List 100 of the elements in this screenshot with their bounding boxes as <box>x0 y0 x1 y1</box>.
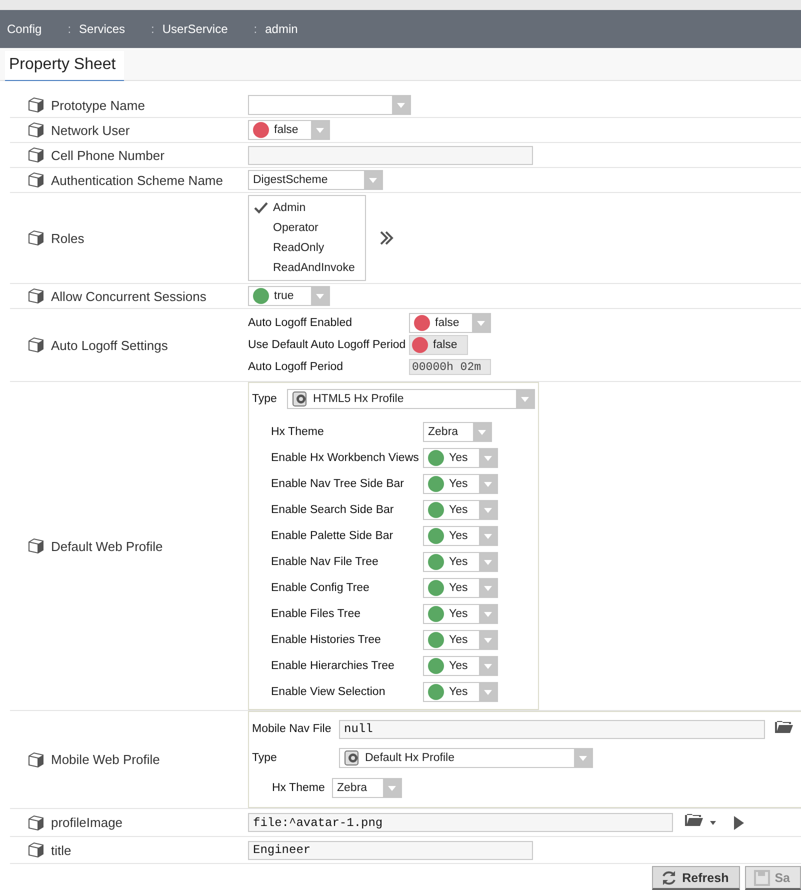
property-icon <box>28 288 44 304</box>
field-label: Auto Logoff Enabled <box>248 317 354 329</box>
field-label: Enable Nav Tree Side Bar <box>271 478 405 490</box>
breadcrumb-separator: : <box>254 22 258 36</box>
save-icon <box>754 870 770 886</box>
property-label: Authentication Scheme Name <box>51 172 223 188</box>
breadcrumb-link[interactable]: Services <box>79 22 126 36</box>
caret-icon <box>484 534 492 538</box>
property-icon <box>28 814 44 830</box>
caret-icon <box>477 320 485 326</box>
dropdown[interactable]: Yes <box>423 656 498 676</box>
caret-icon <box>388 786 396 790</box>
field-label: Type <box>252 393 278 405</box>
property-label: Allow Concurrent Sessions <box>51 288 206 304</box>
dropdown[interactable]: Zebra <box>423 422 492 442</box>
breadcrumb-link[interactable]: admin <box>265 22 298 36</box>
field-label: Enable View Selection <box>271 686 386 698</box>
field-label: Hx Theme <box>272 782 326 794</box>
caret-icon <box>316 128 324 132</box>
dropdown[interactable]: Yes <box>423 630 498 650</box>
caret-icon <box>484 456 492 460</box>
breadcrumb-separator: : <box>68 22 72 36</box>
dropdown[interactable]: HTML5 Hx Profile <box>287 389 535 409</box>
property-icon <box>28 230 44 246</box>
field-label: Enable Search Side Bar <box>271 504 395 516</box>
field-label: Mobile Nav File <box>252 723 332 735</box>
folder-icon[interactable] <box>685 813 703 827</box>
property-label: Network User <box>51 122 130 138</box>
property-label: title <box>51 842 72 858</box>
tab[interactable]: Property Sheet <box>5 51 124 81</box>
field-label: Enable Config Tree <box>271 582 370 594</box>
property-icon <box>28 752 44 768</box>
dropdown[interactable]: Yes <box>423 578 498 598</box>
role-item[interactable]: ReadAndInvoke <box>249 258 365 278</box>
property-icon <box>28 538 44 554</box>
field-label: Hx Theme <box>271 426 325 438</box>
property-icon <box>28 147 44 163</box>
property-label: profileImage <box>51 815 123 830</box>
field-label: Type <box>252 752 278 764</box>
breadcrumb-link[interactable]: Config <box>7 22 42 36</box>
property-icon <box>28 842 44 858</box>
dropdown[interactable]: Yes <box>423 500 498 520</box>
caret-icon <box>484 612 492 616</box>
caret-icon <box>478 430 486 434</box>
profile-type-icon <box>344 750 360 766</box>
dropdown[interactable]: true <box>248 286 330 306</box>
field-label: Use Default Auto Logoff Period <box>248 339 407 351</box>
property-label: Roles <box>51 230 84 246</box>
field-label: Enable Files Tree <box>271 608 362 620</box>
play-icon[interactable] <box>734 816 744 830</box>
caret-icon[interactable] <box>710 820 716 824</box>
caret-icon <box>484 664 492 668</box>
caret-icon <box>484 690 492 694</box>
caret-icon <box>397 102 405 108</box>
dropdown[interactable]: Yes <box>423 604 498 624</box>
refresh-icon <box>661 870 678 886</box>
caret-icon <box>484 638 492 642</box>
dropdown[interactable]: Default Hx Profile <box>339 748 593 768</box>
role-item[interactable]: ReadOnly <box>249 238 365 258</box>
dropdown[interactable]: Zebra <box>332 778 402 798</box>
property-label: Default Web Profile <box>51 538 163 554</box>
caret-icon <box>316 294 324 298</box>
caret-icon <box>521 396 529 402</box>
field-label: Enable Hx Workbench Views <box>271 452 420 464</box>
input-field[interactable]: null <box>339 720 765 738</box>
dropdown[interactable]: Yes <box>423 448 498 468</box>
dropdown[interactable]: Yes <box>423 474 498 494</box>
duration-field[interactable]: 00000h 02m <box>409 359 491 375</box>
role-item[interactable]: Admin <box>249 198 365 218</box>
field-label: Enable Nav File Tree <box>271 556 380 568</box>
field-label: Auto Logoff Period <box>248 361 344 373</box>
dropdown[interactable]: Yes <box>423 682 498 702</box>
field-label: Enable Palette Side Bar <box>271 530 394 542</box>
double-chevron-icon[interactable] <box>380 231 394 245</box>
property-icon <box>28 122 44 138</box>
breadcrumb-link[interactable]: UserService <box>162 22 228 36</box>
property-icon <box>28 337 44 353</box>
input-field[interactable]: file:^avatar-1.png <box>248 813 673 832</box>
caret-icon <box>484 508 492 512</box>
refresh-button[interactable]: Refresh <box>652 866 740 890</box>
dropdown[interactable]: false <box>409 313 491 333</box>
role-item[interactable]: Operator <box>249 218 365 238</box>
dropdown[interactable]: Yes <box>423 552 498 572</box>
property-label: Mobile Web Profile <box>51 752 160 767</box>
caret-icon <box>579 756 587 760</box>
caret-icon <box>369 178 377 182</box>
input-field[interactable]: Engineer <box>248 840 533 860</box>
property-icon <box>28 172 44 188</box>
breadcrumb-separator: : <box>151 22 154 36</box>
property-label: Auto Logoff Settings <box>51 338 168 352</box>
property-label: Prototype Name <box>51 98 145 112</box>
property-icon <box>28 97 44 113</box>
field-label: Enable Hierarchies Tree <box>271 660 396 672</box>
caret-icon <box>484 482 492 486</box>
folder-icon[interactable] <box>775 720 793 734</box>
dropdown[interactable]: DigestScheme <box>248 170 383 190</box>
dropdown[interactable]: Yes <box>423 526 498 546</box>
profile-type-icon <box>292 391 308 407</box>
input-field[interactable] <box>248 146 533 164</box>
dropdown[interactable]: false <box>248 120 330 140</box>
